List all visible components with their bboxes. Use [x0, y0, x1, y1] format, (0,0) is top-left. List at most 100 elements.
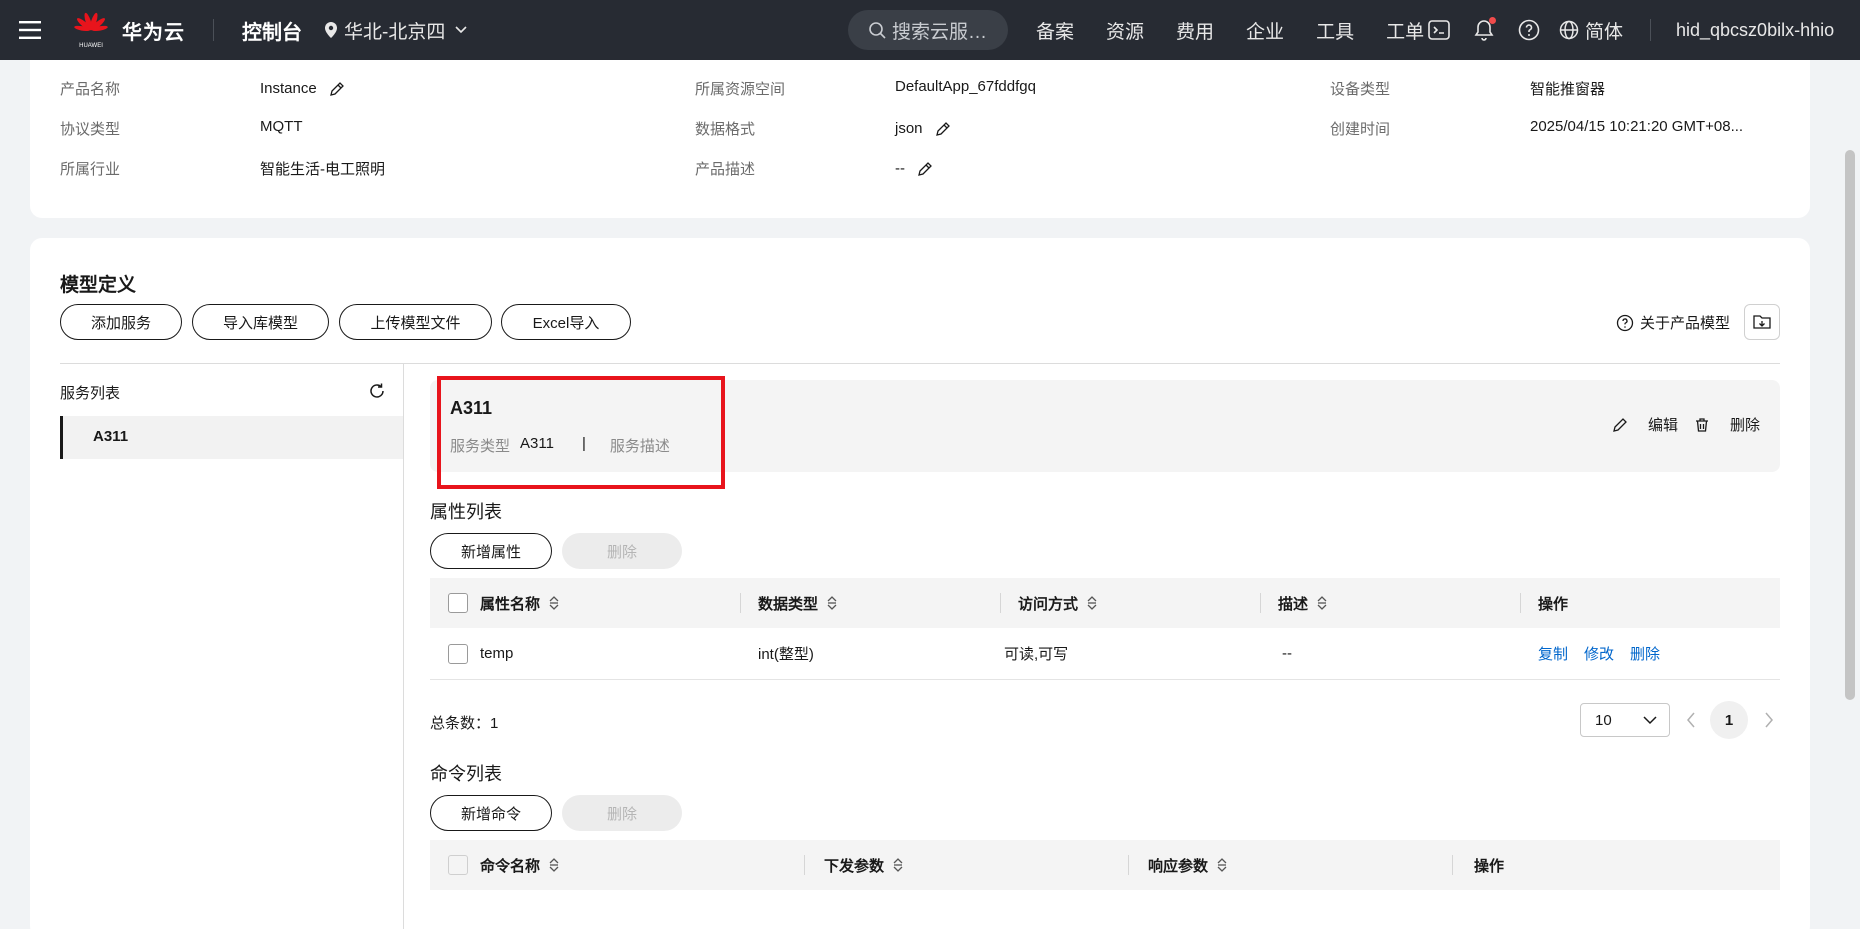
column-header[interactable]: 访问方式 — [1018, 578, 1098, 628]
nav-resources[interactable]: 资源 — [1106, 17, 1144, 44]
username: hid_qbcsz0bilx-hhio — [1676, 19, 1835, 40]
product-name-value: Instance — [260, 80, 345, 97]
region-selector[interactable]: 华北-北京四 — [324, 17, 473, 44]
trash-icon — [1695, 417, 1708, 432]
select-all-checkbox[interactable] — [448, 855, 468, 875]
chevron-left-icon[interactable] — [1686, 712, 1696, 732]
description-cell: -- — [1282, 645, 1292, 662]
info-label: 所属行业 — [60, 161, 121, 178]
service-list-panel: 服务列表 A311 — [60, 364, 404, 929]
add-service-button[interactable]: 添加服务 — [60, 304, 182, 340]
console-link[interactable]: 控制台 — [242, 16, 302, 45]
edit-pencil-icon[interactable] — [329, 81, 345, 97]
about-product-model-link[interactable]: 关于产品模型 — [1616, 312, 1730, 333]
column-label: 命令名称 — [480, 857, 541, 875]
nav-enterprise[interactable]: 企业 — [1246, 17, 1284, 44]
sort-icon — [893, 858, 903, 872]
user-account-menu[interactable]: hid_qbcsz0bilx-hhio — [1676, 0, 1834, 60]
import-library-model-button[interactable]: 导入库模型 — [192, 304, 329, 340]
delete-property-button[interactable]: 删除 — [562, 533, 682, 569]
page-size-select[interactable]: 10 — [1580, 703, 1670, 737]
notification-bell-icon[interactable] — [1469, 15, 1499, 45]
globe-icon — [1559, 20, 1579, 40]
page-scrollbar[interactable] — [1845, 150, 1855, 700]
nav-tickets[interactable]: 工单 — [1386, 17, 1424, 44]
column-header[interactable]: 属性名称 — [480, 578, 560, 628]
edit-service-button[interactable]: 编辑 — [1612, 414, 1678, 435]
row-checkbox[interactable] — [448, 643, 468, 664]
delete-command-button[interactable]: 删除 — [562, 795, 682, 831]
search-icon — [869, 22, 886, 39]
column-label: 描述 — [1278, 595, 1309, 613]
help-icon[interactable] — [1514, 15, 1544, 45]
column-label: 操作 — [1538, 595, 1569, 613]
row-actions: 复制 修改 删除 — [1538, 628, 1676, 679]
logo-caption: HUAWEI — [79, 43, 103, 49]
huawei-cloud-logo[interactable]: HUAWEI 华为云 — [72, 11, 185, 49]
column-separator — [1128, 855, 1129, 875]
copy-link[interactable]: 复制 — [1538, 643, 1568, 664]
sort-icon — [1217, 858, 1227, 872]
command-list-title: 命令列表 — [430, 764, 502, 784]
sort-icon — [827, 596, 837, 610]
sort-icon — [549, 596, 559, 610]
search-input[interactable]: 搜索云服… — [848, 10, 1008, 50]
column-header[interactable]: 描述 — [1278, 578, 1328, 628]
delete-label: 删除 — [1729, 417, 1760, 434]
service-item-label: A311 — [93, 428, 129, 445]
delete-link[interactable]: 删除 — [1630, 643, 1660, 664]
edit-pencil-icon — [1613, 417, 1627, 432]
column-header[interactable]: 命令名称 — [480, 840, 560, 890]
total-count: 总条数：1 — [430, 715, 499, 732]
refresh-icon[interactable] — [368, 382, 386, 404]
resource-space-value: DefaultApp_67fddfgq — [895, 78, 1036, 95]
page-size-value: 10 — [1595, 711, 1612, 729]
edit-pencil-icon[interactable] — [917, 161, 933, 177]
access-mode-cell: 可读,可写 — [1004, 646, 1069, 663]
hamburger-menu-icon[interactable] — [0, 0, 60, 60]
add-command-button[interactable]: 新增命令 — [430, 795, 552, 831]
product-info-card: 产品名称 Instance 协议类型 MQTT 所属行业 智能生活-电工照明 所… — [30, 60, 1810, 218]
select-all-checkbox[interactable] — [448, 593, 468, 613]
info-label: 所属资源空间 — [695, 81, 786, 98]
property-table: 属性名称 数据类型 访问方式 描述 操作 temp int(整型) 可读,可写 … — [430, 578, 1780, 680]
top-nav-links: 备案 资源 费用 企业 工具 工单 — [1036, 0, 1456, 60]
column-separator — [740, 593, 741, 613]
terminal-icon[interactable] — [1424, 15, 1454, 45]
info-label: 协议类型 — [60, 121, 121, 138]
brand-name: 华为云 — [122, 21, 185, 44]
modify-link[interactable]: 修改 — [1584, 643, 1614, 664]
nav-filing[interactable]: 备案 — [1036, 17, 1074, 44]
nav-billing[interactable]: 费用 — [1176, 17, 1214, 44]
column-header[interactable]: 响应参数 — [1148, 840, 1228, 890]
upload-model-file-button[interactable]: 上传模型文件 — [339, 304, 492, 340]
help-circle-icon — [1616, 314, 1634, 331]
column-header[interactable]: 下发参数 — [824, 840, 904, 890]
column-header: 操作 — [1538, 578, 1568, 628]
service-list-item[interactable]: A311 — [60, 416, 403, 459]
edit-label: 编辑 — [1647, 417, 1678, 434]
chevron-right-icon[interactable] — [1764, 712, 1774, 732]
notification-dot — [1489, 17, 1496, 24]
info-label: 数据格式 — [695, 121, 756, 138]
region-label: 华北-北京四 — [344, 21, 446, 43]
delete-service-button[interactable]: 删除 — [1694, 414, 1760, 435]
add-property-button[interactable]: 新增属性 — [430, 533, 552, 569]
current-page[interactable]: 1 — [1710, 701, 1748, 739]
column-header[interactable]: 数据类型 — [758, 578, 838, 628]
column-label: 操作 — [1474, 857, 1505, 875]
excel-import-button[interactable]: Excel导入 — [501, 304, 631, 340]
data-format-text: json — [895, 120, 923, 137]
protocol-value: MQTT — [260, 118, 303, 135]
folder-icon — [1753, 315, 1771, 329]
language-label: 简体 — [1585, 21, 1624, 43]
edit-pencil-icon[interactable] — [935, 121, 951, 137]
info-label: 产品名称 — [60, 81, 121, 98]
chevron-down-icon — [1643, 716, 1657, 725]
language-selector[interactable]: 简体 — [1559, 17, 1623, 44]
nav-tools[interactable]: 工具 — [1316, 17, 1354, 44]
export-folder-button[interactable] — [1744, 304, 1780, 340]
column-header: 操作 — [1474, 840, 1504, 890]
location-pin-icon — [325, 22, 337, 38]
column-label: 下发参数 — [824, 857, 885, 875]
